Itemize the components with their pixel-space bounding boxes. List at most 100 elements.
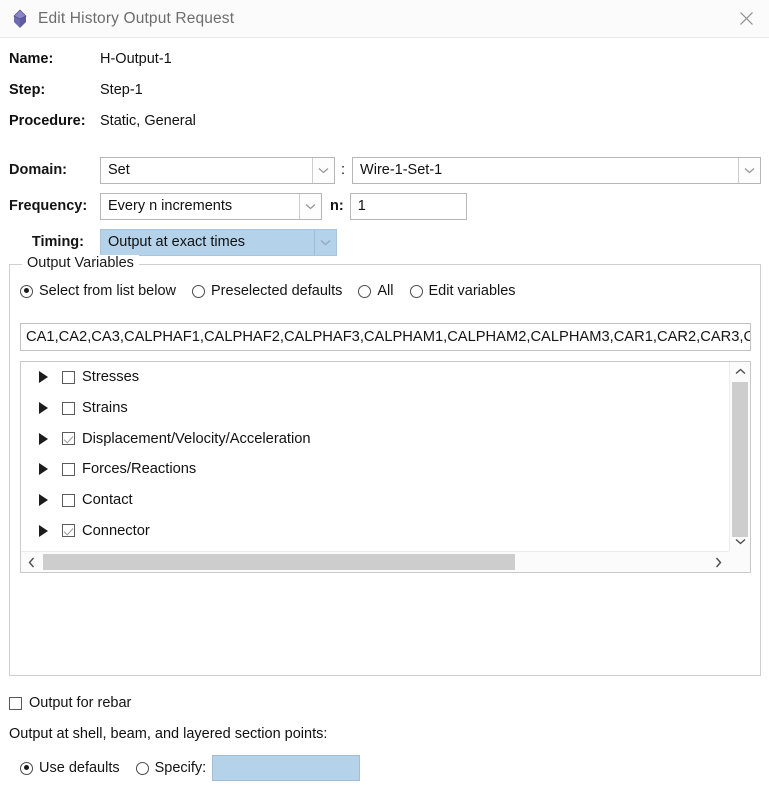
tree-item-forces-reactions[interactable]: Forces/Reactions <box>21 454 729 485</box>
output-variables-tree[interactable]: Stresses Strains Displacement/Velocity/A… <box>20 361 751 573</box>
chevron-down-icon[interactable] <box>738 157 761 183</box>
radio-label: Preselected defaults <box>211 283 343 299</box>
info-row-procedure: Procedure: Static, General <box>9 113 769 144</box>
tree-item-label: Stresses <box>82 369 140 386</box>
radio-label: Edit variables <box>428 283 516 299</box>
output-variables-legend: Output Variables <box>22 255 139 271</box>
tree-item-label: Strains <box>82 400 128 417</box>
scroll-left-button[interactable] <box>21 552 42 572</box>
expand-triangle-icon[interactable] <box>39 402 48 415</box>
radio-use-defaults[interactable]: Use defaults <box>20 760 120 776</box>
tree-item-checkbox[interactable] <box>62 401 75 415</box>
output-variables-group: Output Variables Select from list below … <box>9 255 761 676</box>
close-icon <box>739 12 753 25</box>
scroll-right-button[interactable] <box>708 552 729 572</box>
close-button[interactable] <box>723 0 769 37</box>
procedure-label: Procedure: <box>9 113 86 129</box>
expand-triangle-icon[interactable] <box>39 432 48 445</box>
tree-item-label: Contact <box>82 492 133 509</box>
radio-label: Use defaults <box>39 760 120 776</box>
step-label: Step: <box>9 82 46 98</box>
domain-select-value: Set <box>108 162 130 178</box>
output-for-rebar-label: Output for rebar <box>29 695 132 711</box>
domain-set-select[interactable]: Wire-1-Set-1 <box>352 156 762 184</box>
tree-horizontal-scrollbar[interactable] <box>21 551 729 572</box>
tree-item-strains[interactable]: Strains <box>21 393 729 424</box>
name-label: Name: <box>9 51 54 67</box>
radio-preselected-defaults[interactable]: Preselected defaults <box>192 283 342 299</box>
tree-item-checkbox[interactable] <box>62 370 75 384</box>
expand-triangle-icon[interactable] <box>39 494 48 507</box>
bottom-options: Output for rebar Output at shell, beam, … <box>9 692 759 781</box>
chevron-left-icon <box>28 557 35 567</box>
info-row-name: Name: H-Output-1 <box>9 51 769 82</box>
domain-row: Domain: Set : Wire-1-Set-1 <box>9 152 769 188</box>
tree-item-checkbox[interactable] <box>62 493 75 507</box>
output-for-rebar-checkbox-row[interactable]: Output for rebar <box>9 692 759 714</box>
n-input[interactable]: 1 <box>349 192 467 220</box>
output-for-rebar-checkbox[interactable] <box>9 696 22 710</box>
specify-input[interactable] <box>212 755 361 781</box>
chevron-down-icon <box>735 538 745 545</box>
procedure-value: Static, General <box>100 113 196 129</box>
radio-indicator <box>20 761 33 775</box>
frequency-select[interactable]: Every n increments <box>100 192 322 220</box>
radio-indicator <box>135 761 149 775</box>
tree-vertical-scrollbar[interactable] <box>729 362 750 551</box>
tree-viewport: Stresses Strains Displacement/Velocity/A… <box>21 362 729 551</box>
tree-item-contact[interactable]: Contact <box>21 485 729 516</box>
expand-triangle-icon[interactable] <box>39 463 48 476</box>
radio-specify[interactable]: Specify: <box>135 760 207 776</box>
chevron-down-icon[interactable] <box>312 157 334 183</box>
radio-label: Specify: <box>154 760 207 776</box>
frequency-label: Frequency: <box>9 198 88 214</box>
timing-select[interactable]: Output at exact times <box>100 228 337 256</box>
radio-label: Select from list below <box>39 283 176 299</box>
chevron-down-icon[interactable] <box>314 229 336 255</box>
variables-text-input[interactable]: CA1,CA2,CA3,CALPHAF1,CALPHAF2,CALPHAF3,C… <box>20 323 751 351</box>
domain-select[interactable]: Set <box>100 156 335 184</box>
radio-select-from-list[interactable]: Select from list below <box>20 283 176 299</box>
step-value: Step-1 <box>100 82 143 98</box>
scroll-thumb-vertical[interactable] <box>732 382 748 537</box>
window-title-bar: Edit History Output Request <box>0 0 769 38</box>
frequency-select-value: Every n increments <box>108 198 233 214</box>
chevron-right-icon <box>715 557 722 567</box>
tree-item-stresses[interactable]: Stresses <box>21 362 729 393</box>
tree-item-displacement-velocity-acceleration[interactable]: Displacement/Velocity/Acceleration <box>21 423 729 454</box>
radio-edit-variables[interactable]: Edit variables <box>409 283 516 299</box>
n-label: n: <box>330 198 344 214</box>
radio-indicator <box>192 284 205 298</box>
radio-indicator <box>358 284 372 298</box>
chevron-down-icon[interactable] <box>299 193 321 219</box>
scrollbar-corner <box>729 551 750 572</box>
radio-all[interactable]: All <box>358 283 394 299</box>
chevron-up-icon <box>735 368 745 375</box>
timing-select-value: Output at exact times <box>108 234 246 250</box>
radio-label: All <box>377 283 394 299</box>
section-points-label: Output at shell, beam, and layered secti… <box>9 726 328 742</box>
request-info: Name: H-Output-1 Step: Step-1 Procedure:… <box>0 51 769 144</box>
tree-item-checkbox[interactable] <box>62 524 75 538</box>
window-title: Edit History Output Request <box>38 9 235 27</box>
expand-triangle-icon[interactable] <box>39 524 48 537</box>
domain-separator: : <box>341 162 346 178</box>
info-row-step: Step: Step-1 <box>9 82 769 113</box>
tree-item-connector[interactable]: Connector <box>21 515 729 546</box>
radio-indicator <box>409 284 423 298</box>
domain-set-value: Wire-1-Set-1 <box>360 162 443 178</box>
scroll-down-button[interactable] <box>730 532 750 551</box>
tree-item-label: Forces/Reactions <box>82 461 197 478</box>
tree-item-checkbox[interactable] <box>62 432 75 446</box>
timing-label: Timing: <box>31 234 84 250</box>
tree-item-label: Connector <box>82 522 150 539</box>
abaqus-diamond-icon <box>7 6 33 32</box>
tree-item-label: Displacement/Velocity/Acceleration <box>82 430 311 447</box>
radio-indicator <box>20 284 33 298</box>
name-value: H-Output-1 <box>100 51 172 67</box>
tree-item-checkbox[interactable] <box>62 462 75 476</box>
scroll-up-button[interactable] <box>730 362 750 381</box>
expand-triangle-icon[interactable] <box>39 371 48 384</box>
scroll-thumb-horizontal[interactable] <box>43 554 515 570</box>
form-area: Domain: Set : Wire-1-Set-1 Frequency: Ev… <box>0 152 769 260</box>
